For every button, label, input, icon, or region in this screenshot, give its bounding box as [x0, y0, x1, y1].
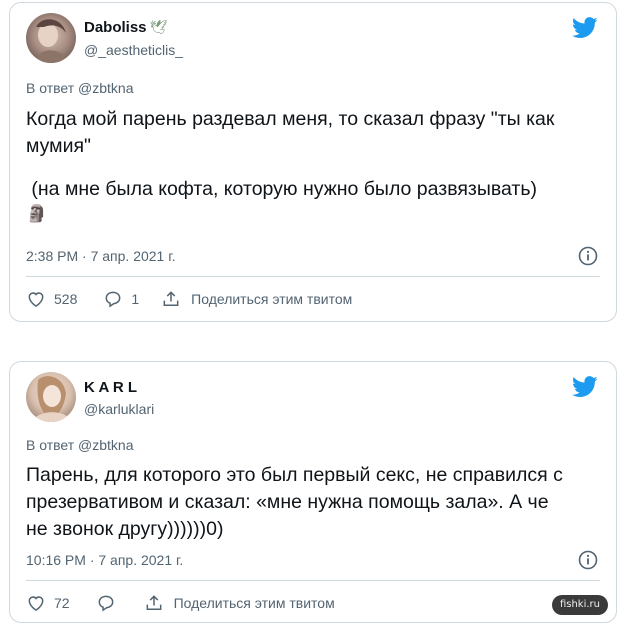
author-name[interactable]: Daboliss 🕊 — [84, 19, 167, 36]
author-name[interactable]: K A R L — [84, 379, 137, 396]
tweet-text: Парень, для которого это был первый секс… — [26, 464, 563, 540]
tweet-card[interactable]: K A R L @karluklari В ответ @zbtkna Паре… — [9, 361, 617, 623]
divider — [26, 276, 600, 277]
divider — [26, 580, 600, 581]
author-handle[interactable]: @_aestheticlis_ — [84, 42, 183, 58]
timestamp[interactable]: 2:38 PM · 7 апр. 2021 г. — [26, 248, 176, 264]
like-button[interactable]: 528 — [26, 289, 77, 309]
avatar-photo-icon — [26, 372, 76, 422]
heart-icon — [28, 292, 44, 307]
twitter-bird-icon[interactable] — [572, 17, 598, 39]
info-icon[interactable] — [578, 550, 598, 570]
timestamp[interactable]: 10:16 PM · 7 апр. 2021 г. — [26, 552, 183, 568]
reply-button[interactable]: 1 — [103, 289, 139, 309]
avatar[interactable] — [26, 13, 76, 63]
tweet-actions: 528 1 Поделиться этим твитом — [26, 289, 368, 309]
share-button[interactable]: Поделиться этим твитом — [161, 289, 352, 309]
share-icon — [146, 595, 161, 610]
like-count: 72 — [54, 595, 70, 611]
like-count: 528 — [54, 291, 78, 307]
reply-to[interactable]: В ответ @zbtkna — [26, 80, 133, 96]
info-icon[interactable] — [578, 246, 598, 266]
share-label: Поделиться этим твитом — [173, 595, 335, 611]
share-label: Поделиться этим твитом — [191, 291, 353, 307]
author-handle[interactable]: @karluklari — [84, 401, 154, 417]
reply-button[interactable] — [96, 593, 116, 613]
moai-emoji-icon: 🗿 — [26, 204, 48, 224]
tweet-actions: 72 Поделиться этим твитом — [26, 593, 351, 613]
tweet-card[interactable]: Daboliss 🕊 @_aestheticlis_ В ответ @zbtk… — [9, 2, 617, 322]
avatar[interactable] — [26, 372, 76, 422]
reply-bubble-icon — [105, 291, 121, 308]
tweet-text: Когда мой парень раздевал меня, то сказа… — [26, 106, 601, 225]
dove-emoji-icon: 🕊 — [149, 19, 168, 36]
share-icon — [163, 291, 179, 306]
share-button[interactable]: Поделиться этим твитом — [144, 593, 335, 613]
reply-to[interactable]: В ответ @zbtkna — [26, 437, 133, 453]
like-button[interactable]: 72 — [26, 593, 70, 613]
watermark-logo: fishki.ru — [551, 595, 608, 615]
avatar-photo-icon — [26, 13, 76, 63]
reply-bubble-icon — [98, 595, 113, 612]
reply-count: 1 — [131, 291, 140, 307]
twitter-bird-icon[interactable] — [572, 376, 598, 398]
heart-icon — [28, 596, 44, 611]
